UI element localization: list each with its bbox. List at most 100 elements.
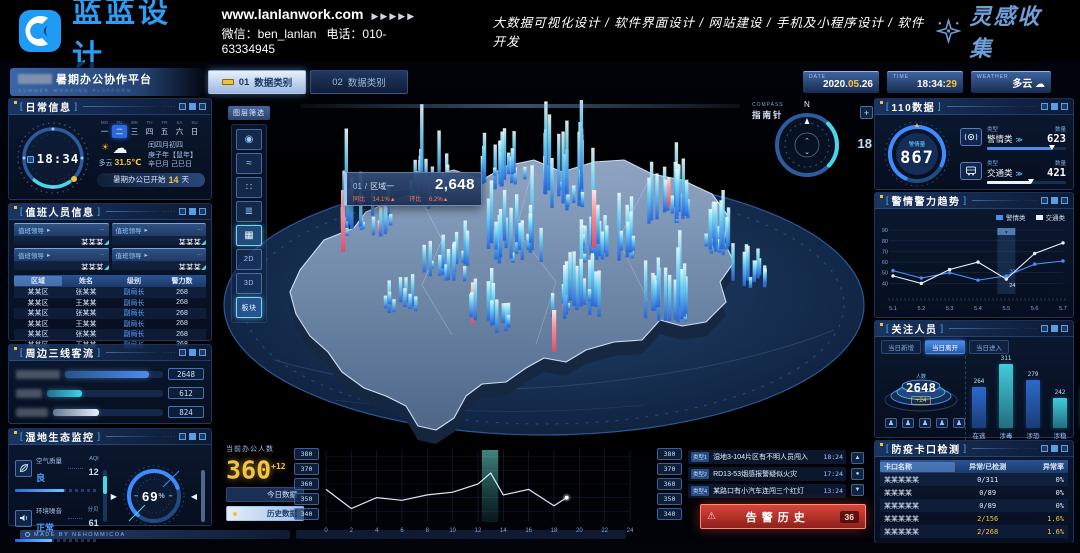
person-icon[interactable]: ♟ xyxy=(919,418,931,428)
website-url[interactable]: www.lanlanwork.com▶▶▶▶▶ xyxy=(222,6,433,22)
duty-leader-card[interactable]: 值班领导▸···某某某 xyxy=(112,223,207,245)
table-row[interactable]: 某某某某某2/2681.6% xyxy=(880,525,1068,538)
alarm-row[interactable]: 类型1湿地3-104片区有不明人员闯入18:24 xyxy=(688,450,846,464)
minimize-icon[interactable] xyxy=(179,103,186,110)
alarm-row[interactable]: 类型4某路口有小汽车连闯三个红灯13:24 xyxy=(688,484,846,498)
weekday-cell[interactable]: TU二 xyxy=(112,120,127,138)
minimize-icon[interactable] xyxy=(1041,197,1048,204)
person-icon[interactable]: ♟ xyxy=(902,418,914,428)
history-data-button[interactable]: 历史数据 xyxy=(226,506,304,521)
table-row[interactable]: 某某某某0/890% xyxy=(880,486,1068,499)
inspiration-collect-logo: 灵感收集 xyxy=(936,0,1062,63)
panel-checkpoint: [防疫卡口检测]····· 卡口名称异常/已检测异常率某某某某某0/3110%某… xyxy=(874,440,1074,543)
expand-icon[interactable] xyxy=(199,208,206,215)
svg-text:24: 24 xyxy=(627,528,634,534)
alarm-history-banner[interactable]: ⚠ 告警历史 36 xyxy=(700,504,866,529)
window-icon[interactable] xyxy=(1051,197,1058,204)
today-data-button[interactable]: 今日数据 xyxy=(226,487,304,502)
duty-leader-card[interactable]: 值班领导▸···某某某 xyxy=(14,223,109,245)
flow-value: 612 xyxy=(168,387,204,399)
gauge-left-arrow[interactable]: ▶ xyxy=(111,492,117,501)
y-tick-box: 350 xyxy=(294,493,319,505)
layer-button-chart-icon[interactable]: ▦ xyxy=(236,225,262,246)
layer-button-list-icon[interactable]: ≣ xyxy=(236,201,262,222)
person-icon[interactable]: ♟ xyxy=(936,418,948,428)
expand-icon[interactable] xyxy=(199,103,206,110)
weekday-cell[interactable]: TH四 xyxy=(142,120,157,138)
minimize-icon[interactable] xyxy=(179,349,186,356)
legend-item[interactable]: 交通类 xyxy=(1036,212,1066,222)
checkpoint-table-header: 卡口名称异常/已检测异常率 xyxy=(880,460,1068,473)
y-tick-box: 360 xyxy=(294,478,319,490)
scroll-dot-icon[interactable]: ● xyxy=(851,468,864,480)
gauge-right-slider[interactable] xyxy=(201,470,205,522)
panel-110-data: [110数据]····· 警情量867 类型数量 警情类≫623 xyxy=(874,98,1074,190)
compass-widget[interactable]: COMPASS 指南针 N ⌃ ⌄ 18 xyxy=(752,100,874,194)
compass-value: 18 xyxy=(858,136,872,151)
duty-table-header: 区域姓名级别警力数 xyxy=(14,275,206,287)
tab-data-category-1[interactable]: 01数据类别 xyxy=(208,70,306,94)
scroll-up-icon[interactable]: ▲ xyxy=(851,452,864,464)
svg-text:6: 6 xyxy=(400,528,404,534)
layer-button-signal-icon[interactable]: ≈ xyxy=(236,153,262,174)
expand-icon[interactable] xyxy=(199,349,206,356)
minimize-icon[interactable] xyxy=(1041,325,1048,332)
expand-icon[interactable] xyxy=(1061,197,1068,204)
table-row[interactable]: 某某区张某某副局长268 xyxy=(14,308,206,319)
table-row[interactable]: 某某某某某0/3110% xyxy=(880,473,1068,486)
duty-leader-card[interactable]: 值班领导▸···某某某 xyxy=(14,248,109,270)
map-region-tooltip[interactable]: 01 / 区域一 2,648 同比 14.1%▲ 环比 6.2%▲ xyxy=(344,172,482,206)
expand-icon[interactable] xyxy=(1061,445,1068,452)
tab-data-category-2[interactable]: 02数据类别 xyxy=(310,70,408,94)
minimize-icon[interactable] xyxy=(1041,445,1048,452)
focus-bar: 311涉毒 xyxy=(997,355,1015,428)
weekday-cell[interactable]: SU日 xyxy=(187,120,202,138)
window-icon[interactable] xyxy=(1051,445,1058,452)
panel-title: 110数据 xyxy=(892,99,936,114)
layer-button-camera-icon[interactable]: ◉ xyxy=(236,129,262,150)
focus-tab[interactable]: 当日进入 xyxy=(969,340,1009,354)
table-row[interactable]: 某某区张某某副局长268 xyxy=(14,329,206,340)
layer-button-3D[interactable]: 3D xyxy=(236,273,262,294)
layer-button-板块[interactable]: 板块 xyxy=(236,297,262,318)
window-icon[interactable] xyxy=(189,208,196,215)
alarm-row[interactable]: 类型2RD13-53烟感报警疑似火灾17:24 xyxy=(688,467,846,481)
alarm-banner-label: 告警历史 xyxy=(716,509,840,525)
masked-line-label xyxy=(16,408,48,417)
weekday-cell[interactable]: SA六 xyxy=(172,120,187,138)
layer-button-2D[interactable]: 2D xyxy=(236,249,262,270)
table-row[interactable]: 某某某某某2/1561.6% xyxy=(880,512,1068,525)
weather-current: ☀☁ 多云 31.5℃ xyxy=(97,141,143,168)
minimize-icon[interactable] xyxy=(179,433,186,440)
weekday-cell[interactable]: MO一 xyxy=(97,120,112,138)
weekday-cell[interactable]: WE三 xyxy=(127,120,142,138)
person-icon[interactable]: ♟ xyxy=(953,418,965,428)
weekday-cell[interactable]: FR五 xyxy=(157,120,172,138)
expand-icon[interactable] xyxy=(1061,325,1068,332)
minimize-icon[interactable] xyxy=(179,208,186,215)
expand-icon[interactable] xyxy=(1061,103,1068,110)
table-row[interactable]: 某某区张某某副局长268 xyxy=(14,287,206,298)
expand-icon[interactable] xyxy=(199,433,206,440)
summer-notice-bar: 暑期办公已开始14天 xyxy=(97,173,205,187)
table-row[interactable]: 某某某某某0/890% xyxy=(880,499,1068,512)
svg-text:10: 10 xyxy=(449,528,456,534)
map-zoom-in-button[interactable]: + xyxy=(860,106,873,119)
window-icon[interactable] xyxy=(189,433,196,440)
window-icon[interactable] xyxy=(189,103,196,110)
window-icon[interactable] xyxy=(189,349,196,356)
table-row[interactable]: 某某区王某某副局长268 xyxy=(14,319,206,330)
gauge-right-arrow[interactable]: ◀ xyxy=(191,492,197,501)
window-icon[interactable] xyxy=(1051,103,1058,110)
layer-button-grid-icon[interactable]: ∷ xyxy=(236,177,262,198)
panel-title: 值班人员信息 xyxy=(26,204,95,219)
table-row[interactable]: 某某区王某某副局长268 xyxy=(14,298,206,309)
window-icon[interactable] xyxy=(1051,325,1058,332)
svg-text:18: 18 xyxy=(551,528,558,534)
minimize-icon[interactable] xyxy=(1041,103,1048,110)
gauge-left-slider[interactable] xyxy=(103,470,107,522)
scroll-down-icon[interactable]: ▼ xyxy=(851,484,864,496)
legend-item[interactable]: 警情类 xyxy=(996,212,1026,222)
person-icon[interactable]: ♟ xyxy=(885,418,897,428)
duty-leader-card[interactable]: 值班领导▸···某某某 xyxy=(112,248,207,270)
